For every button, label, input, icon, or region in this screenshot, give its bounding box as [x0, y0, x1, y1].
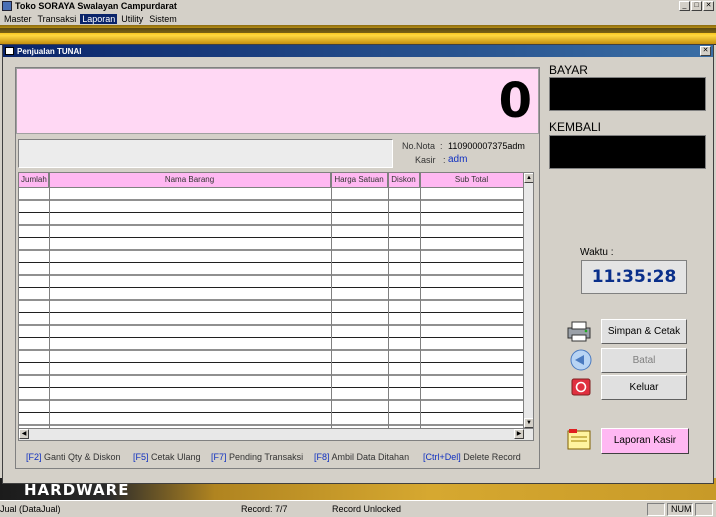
menu-laporan[interactable]: Laporan [80, 13, 118, 24]
sales-window-titlebar: Penjualan TUNAI [3, 45, 713, 57]
sales-window-close-button[interactable]: ✕ [700, 46, 711, 56]
nota-number: 110900007375adm [448, 141, 525, 151]
total-amount: 0 [498, 73, 532, 129]
menu-utility[interactable]: Utility [119, 14, 145, 24]
grid-horizontal-scrollbar[interactable]: ◀ ▶ [19, 428, 533, 440]
menu-sistem[interactable]: Sistem [147, 14, 179, 24]
notepad-icon [565, 428, 593, 452]
shortcut-ctrl-del: [Ctrl+Del] Delete Record [423, 452, 521, 462]
shortcut-f8: [F8] Ambil Data Ditahan [314, 452, 410, 462]
shortcut-f2: [F2] Ganti Qty & Diskon [26, 452, 121, 462]
grid-divider [420, 173, 421, 428]
exit-icon [567, 375, 595, 399]
col-harga-satuan[interactable]: Harga Satuan [331, 173, 388, 188]
printer-icon [565, 319, 593, 343]
sales-window: Penjualan TUNAI ✕ 0 No.Nota : 1109000073… [2, 44, 714, 484]
grid-rows[interactable] [19, 188, 524, 428]
scroll-down-icon[interactable]: ▼ [524, 418, 533, 428]
col-diskon[interactable]: Diskon [388, 173, 420, 188]
col-jumlah[interactable]: Jumlah [19, 173, 49, 188]
app-title: Toko SORAYA Swalayan Campurdarat [15, 1, 177, 11]
app-icon [2, 1, 12, 11]
shortcut-f7: [F7] Pending Transaksi [211, 452, 304, 462]
minimize-button[interactable]: _ [679, 1, 690, 11]
total-display: 0 [16, 68, 539, 134]
col-nama-barang[interactable]: Nama Barang [49, 173, 331, 188]
status-caps [647, 503, 665, 516]
clock-display: 11:35:28 [581, 260, 687, 294]
shortcut-hints: [F2] Ganti Qty & Diskon [F5] Cetak Ulang… [26, 452, 536, 464]
sales-window-title: Penjualan TUNAI [17, 46, 82, 56]
grid-divider [49, 173, 50, 428]
scroll-right-icon[interactable]: ▶ [514, 429, 524, 439]
grid-header: Jumlah Nama Barang Harga Satuan Diskon S… [19, 173, 524, 188]
waktu-label: Waktu : [580, 247, 614, 258]
menu-bar: Master Transaksi Laporan Utility Sistem [0, 12, 716, 25]
nota-label: No.Nota : [402, 141, 443, 151]
kembali-label: KEMBALI [549, 120, 602, 134]
banner-stripe [0, 28, 716, 33]
status-record: Record: 7/7 [241, 504, 288, 514]
scroll-left-icon[interactable]: ◀ [19, 429, 29, 439]
grid-vertical-scrollbar[interactable]: ▲ ▼ [523, 173, 533, 428]
col-sub-total[interactable]: Sub Total [420, 173, 524, 188]
app-titlebar: Toko SORAYA Swalayan Campurdarat _ □ ✕ [0, 0, 716, 12]
batal-button[interactable]: Batal [601, 348, 687, 373]
status-num: NUM [667, 503, 693, 516]
keluar-button[interactable]: Keluar [601, 375, 687, 400]
window-icon [5, 47, 14, 55]
grid-divider [388, 173, 389, 428]
menu-master[interactable]: Master [2, 14, 34, 24]
items-grid[interactable]: Jumlah Nama Barang Harga Satuan Diskon S… [18, 172, 534, 441]
barcode-input[interactable] [18, 139, 393, 168]
kasir-label: Kasir : [415, 155, 446, 165]
status-scroll [695, 503, 713, 516]
status-bar: Jual (DataJual) Record: 7/7 Record Unloc… [0, 500, 716, 517]
simpan-cetak-button[interactable]: Simpan & Cetak [601, 319, 687, 344]
scroll-up-icon[interactable]: ▲ [524, 173, 533, 183]
cancel-icon [567, 348, 595, 372]
kembali-field [549, 135, 706, 169]
menu-transaksi[interactable]: Transaksi [36, 14, 79, 24]
close-button[interactable]: ✕ [703, 1, 714, 11]
window-controls: _ □ ✕ [679, 1, 714, 11]
bayar-field[interactable] [549, 77, 706, 111]
status-lock: Record Unlocked [332, 504, 402, 514]
laporan-kasir-button[interactable]: Laporan Kasir [601, 428, 689, 454]
bayar-label: BAYAR [549, 63, 588, 77]
transaction-panel: 0 No.Nota : 110900007375adm Kasir : adm … [15, 67, 540, 469]
grid-divider [331, 173, 332, 428]
top-banner [0, 25, 716, 45]
shortcut-f5: [F5] Cetak Ulang [133, 452, 201, 462]
maximize-button[interactable]: □ [691, 1, 702, 11]
kasir-name: adm [448, 154, 468, 165]
status-form: Jual (DataJual) [0, 504, 61, 514]
